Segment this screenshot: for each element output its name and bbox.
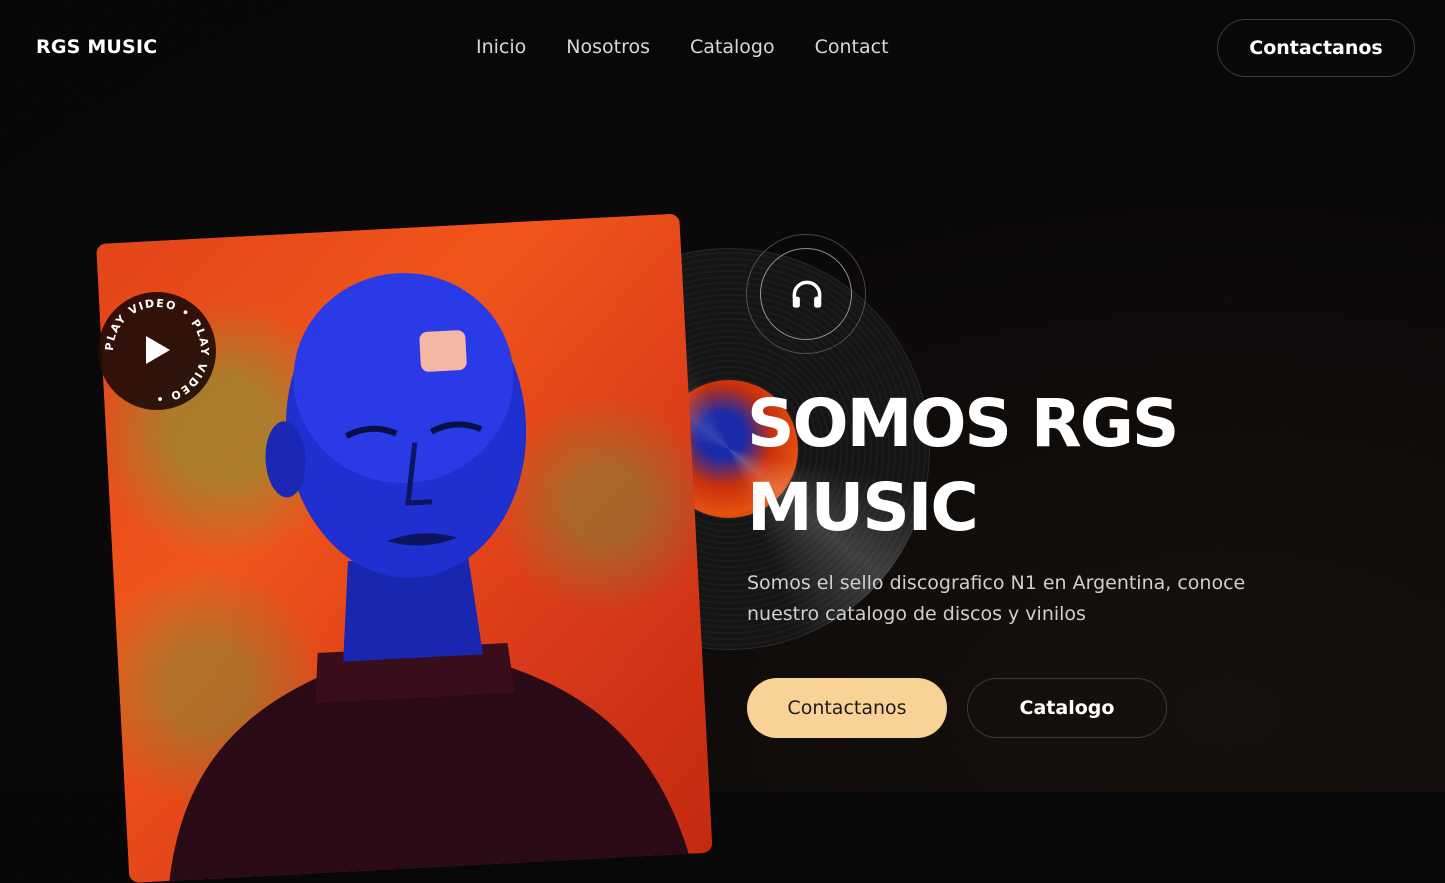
play-video-badge[interactable]: PLAY VIDEO • PLAY VIDEO • xyxy=(98,292,216,410)
nav-item-inicio[interactable]: Inicio xyxy=(476,36,526,58)
hero-catalog-button[interactable]: Catalogo xyxy=(967,678,1167,738)
nav-item-contact[interactable]: Contact xyxy=(815,36,889,58)
main-nav: Inicio Nosotros Catalogo Contact xyxy=(476,36,889,58)
headphones-icon xyxy=(792,280,822,308)
play-icon: PLAY VIDEO • PLAY VIDEO • xyxy=(103,297,210,405)
nav-item-nosotros[interactable]: Nosotros xyxy=(566,36,650,58)
hero-subtitle: Somos el sello discografico N1 en Argent… xyxy=(747,572,1246,625)
nav-item-catalogo[interactable]: Catalogo xyxy=(690,36,775,58)
header-contact-button[interactable]: Contactanos xyxy=(1217,19,1415,77)
brand-logo[interactable]: RGS MUSIC xyxy=(36,36,157,58)
hero-title: SOMOS RGS MUSIC xyxy=(747,385,1179,546)
headphones-badge xyxy=(746,234,866,354)
hero-contact-button[interactable]: Contactanos xyxy=(747,678,947,738)
